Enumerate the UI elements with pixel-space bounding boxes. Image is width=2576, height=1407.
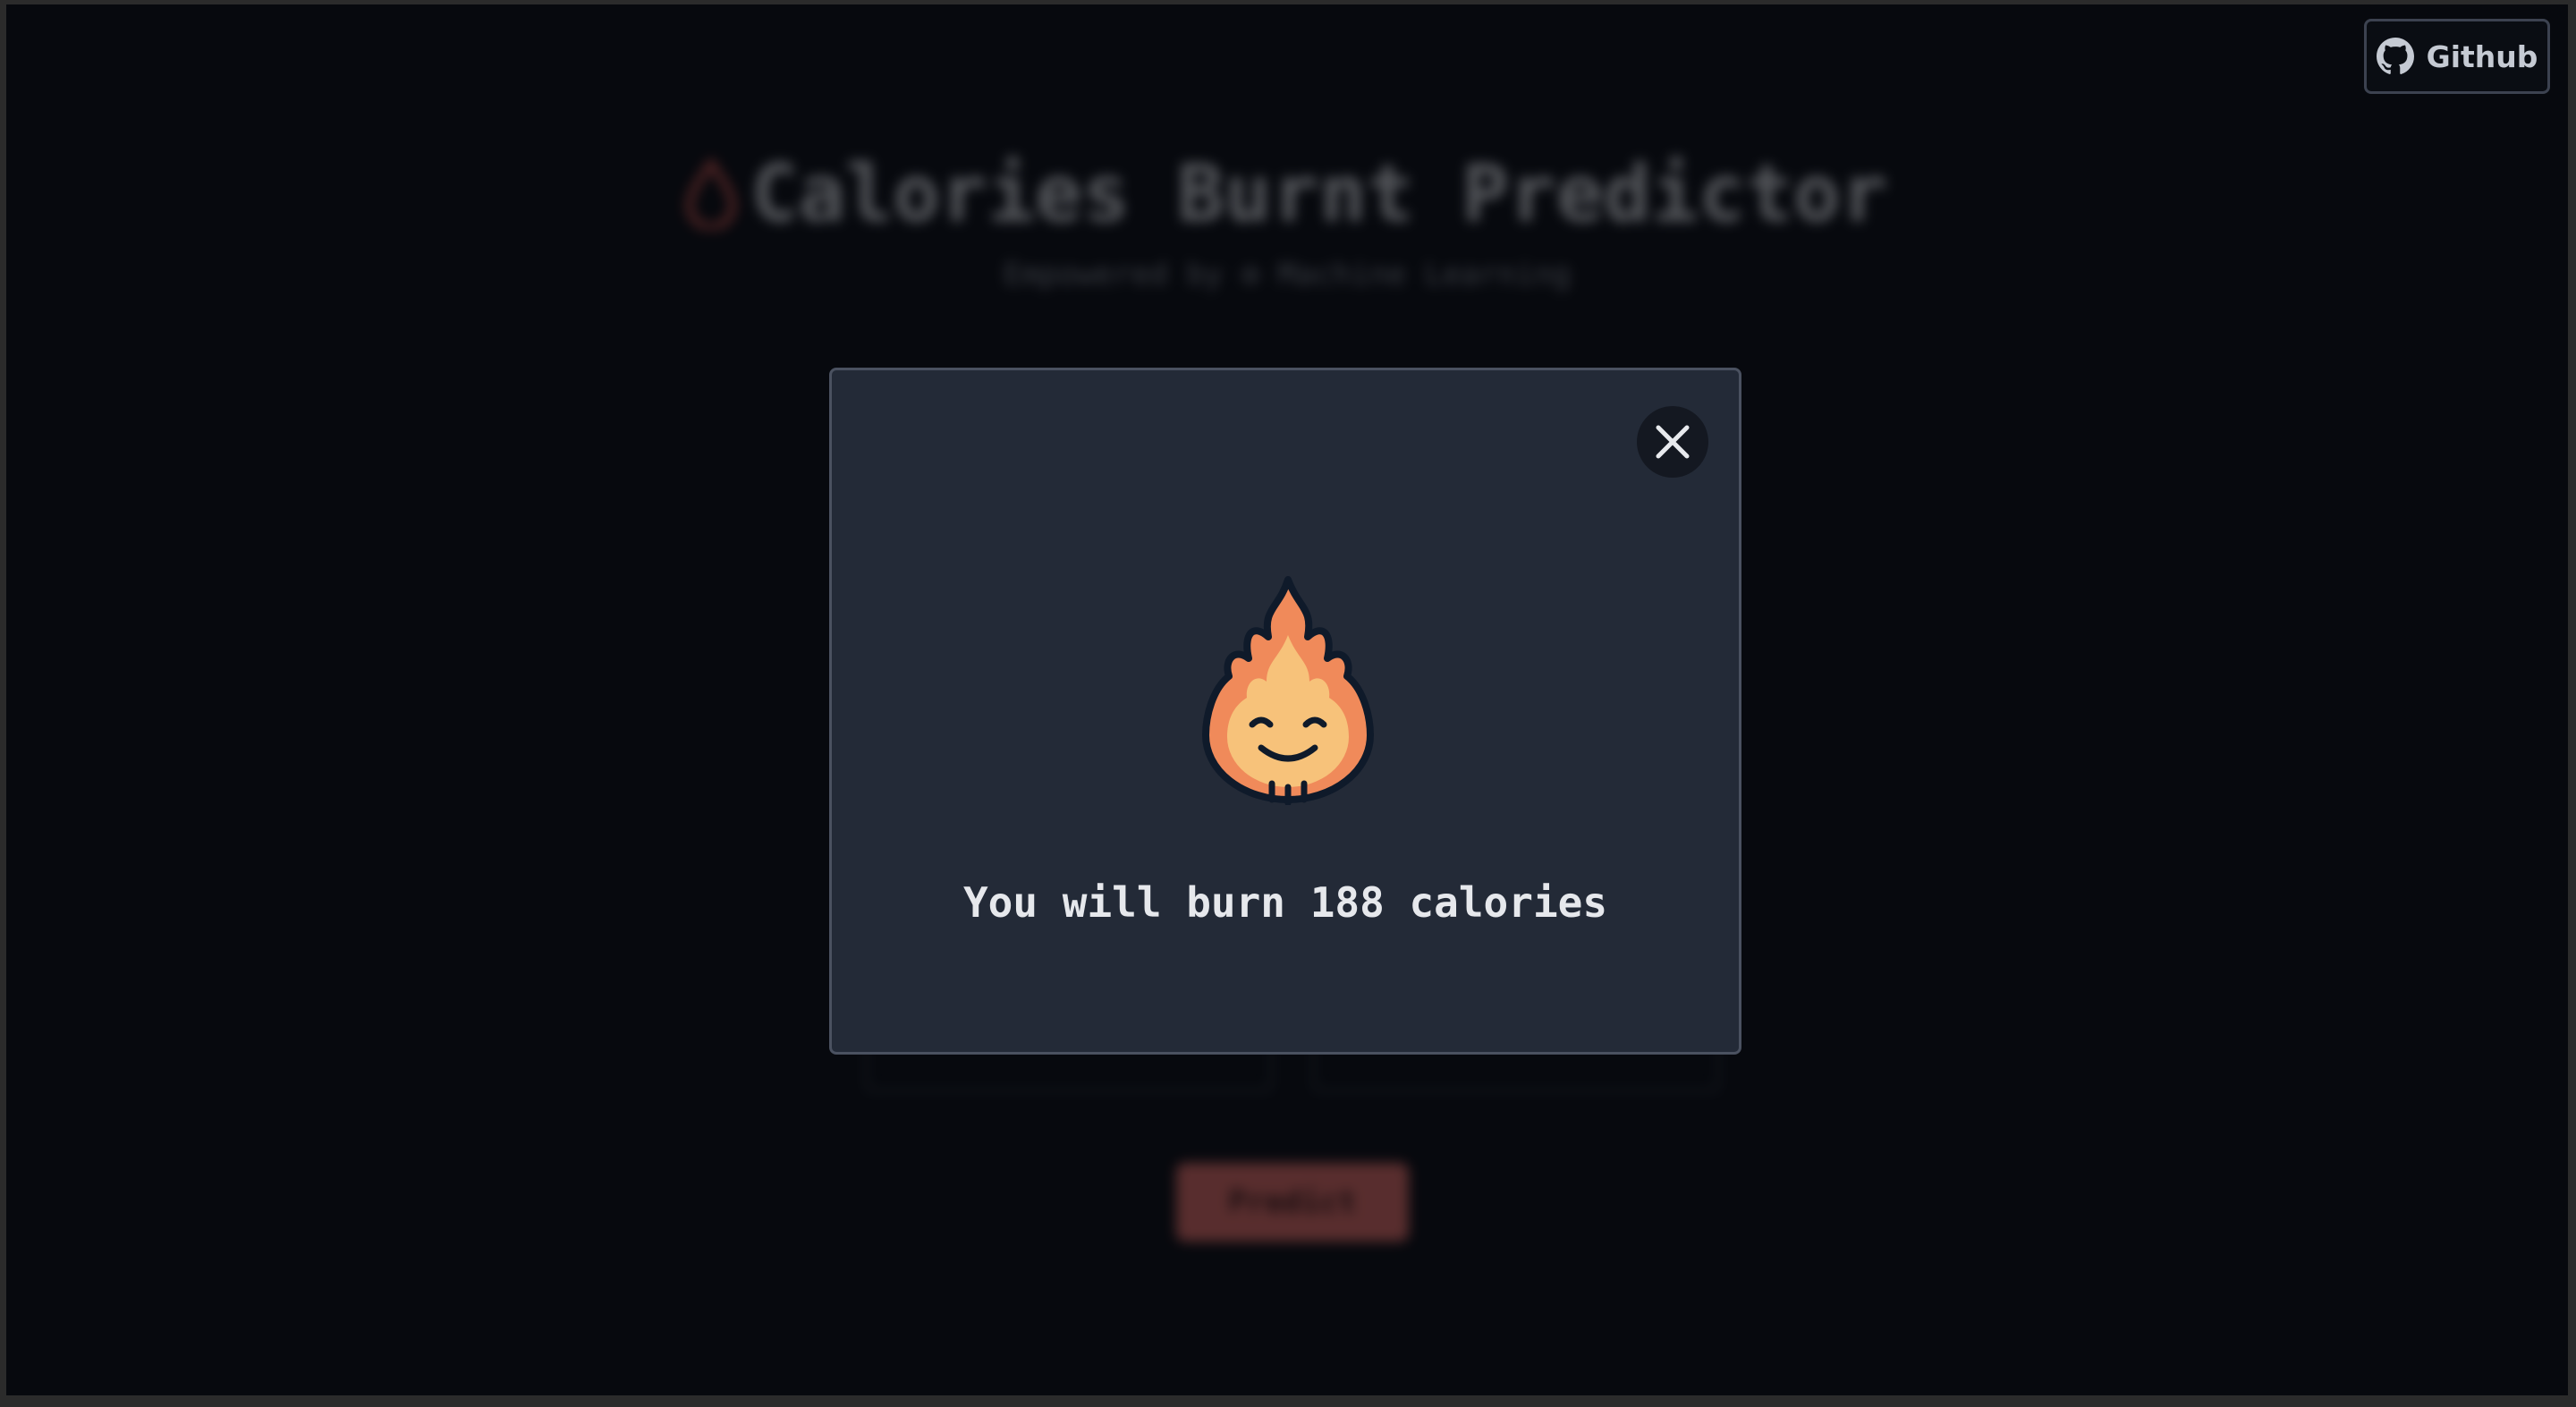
github-icon — [2376, 38, 2414, 74]
close-icon — [1656, 425, 1690, 459]
flame-drop-icon — [686, 158, 737, 229]
predict-button: Predict — [1176, 1163, 1409, 1242]
page-title: Calories Burnt Predictor — [6, 148, 2568, 240]
close-button[interactable] — [1637, 406, 1708, 478]
page-subtitle: Empowered by ⚙ Machine Learning — [1003, 257, 1572, 292]
smiling-flame-icon — [1199, 572, 1377, 805]
app-window: Calories Burnt Predictor Empowered by ⚙ … — [6, 4, 2568, 1395]
predict-button-label: Predict — [1228, 1184, 1357, 1220]
github-button-label: Github — [2426, 38, 2538, 74]
result-text: You will burn 188 calories — [962, 878, 1608, 927]
github-button[interactable]: Github — [2364, 19, 2550, 94]
result-modal: You will burn 188 calories — [829, 368, 1741, 1055]
page-title-text: Calories Burnt Predictor — [750, 148, 1888, 240]
